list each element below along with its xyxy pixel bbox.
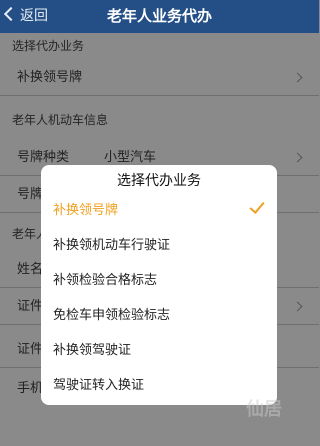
name-label: 姓名: [17, 262, 44, 277]
navigation-bar: 返回 老年人业务代办: [0, 0, 319, 33]
picker-option[interactable]: 补换领号牌: [53, 196, 265, 226]
phone-label: 手机: [17, 381, 44, 396]
plate-type-label: 号牌种类: [17, 150, 70, 165]
plate-number-label: 号牌: [17, 187, 44, 202]
page-title: 老年人业务代办: [106, 7, 212, 25]
business-select-row[interactable]: 补换领号牌: [0, 60, 319, 96]
watermark: 仙居: [246, 399, 282, 420]
id-number-label: 证件: [17, 342, 44, 357]
chevron-right-icon: [292, 72, 303, 83]
picker-title: 选择代办业务: [117, 173, 201, 189]
picker-option[interactable]: 驾驶证转入换证: [53, 371, 265, 401]
id-type-label: 证件: [17, 299, 44, 314]
section-title-vehicle: 老年人机动车信息: [12, 113, 109, 127]
business-picker-dialog: 选择代办业务 补换领号牌 补换领机动车行驶证 补领检验合格标志 免检车申领检验标…: [41, 165, 277, 405]
picker-option[interactable]: 免检车申领检验标志: [53, 301, 265, 331]
picker-option[interactable]: 补换领机动车行驶证: [53, 231, 265, 261]
business-value: 补换领号牌: [17, 70, 83, 85]
picker-option[interactable]: 补换领驾驶证: [53, 336, 265, 366]
chevron-right-icon: [292, 152, 303, 163]
picker-option[interactable]: 补领检验合格标志: [53, 266, 265, 296]
chevron-right-icon: [292, 301, 303, 312]
section-title-business: 选择代办业务: [12, 39, 85, 53]
